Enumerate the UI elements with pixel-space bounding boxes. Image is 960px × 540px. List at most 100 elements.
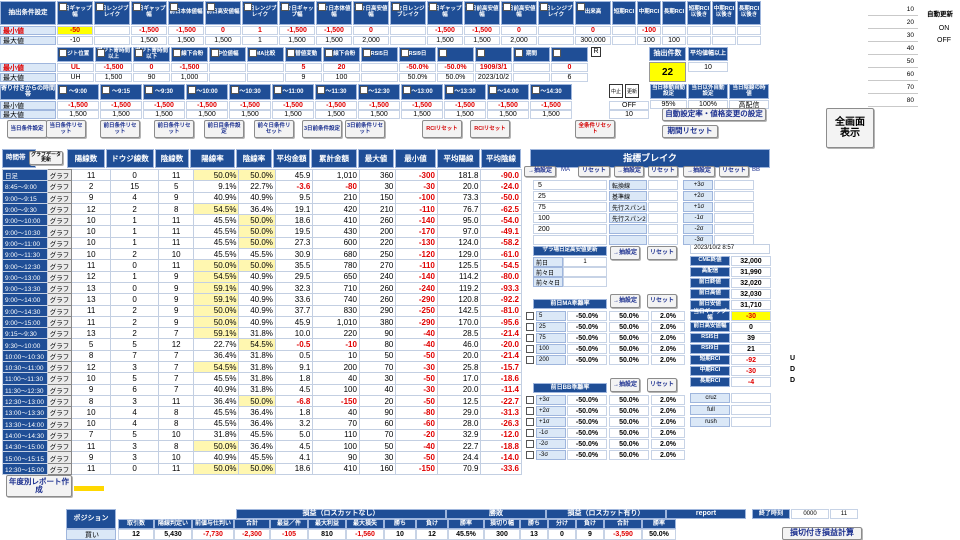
r1-check-1[interactable] — [96, 3, 104, 11]
r3-max-0[interactable]: 1,500 — [57, 110, 99, 119]
auto-setting-button[interactable]: 自動設定率・値格変更の設定 — [662, 108, 766, 121]
ma-period-2[interactable]: 75 — [533, 202, 607, 212]
r2-check-0[interactable] — [59, 49, 67, 57]
r2-min-7[interactable]: 20 — [323, 63, 360, 72]
r2-check-13[interactable] — [553, 49, 561, 57]
ma_pct_rows-check-0[interactable] — [526, 312, 534, 320]
graph-button[interactable]: グラフ — [46, 180, 73, 193]
r1-max-18[interactable]: 100 — [662, 36, 686, 45]
r2-check-10[interactable] — [439, 49, 447, 57]
ichimoku-val-2[interactable] — [648, 202, 678, 212]
ma-pct-reset-button[interactable]: リセット — [647, 294, 677, 308]
r1-check-14[interactable] — [577, 3, 585, 11]
r3-min-5[interactable]: -1,500 — [272, 101, 314, 110]
ma-period-5[interactable] — [533, 235, 607, 245]
bb_pct_rows-max-1[interactable]: 50.0% — [609, 406, 649, 416]
graph-button[interactable]: グラフ — [46, 406, 73, 419]
r1-min-6[interactable]: 1 — [242, 26, 278, 35]
graph-button[interactable]: グラフ — [46, 259, 73, 272]
graph-button[interactable]: グラフ — [46, 191, 73, 204]
r1-min-11[interactable]: -1,500 — [427, 26, 463, 35]
zara-val-0[interactable]: 1 — [563, 257, 607, 267]
bb_pct_rows-max-0[interactable]: 50.0% — [609, 395, 649, 405]
condition-button-3[interactable]: 前日条件リセット — [154, 120, 194, 138]
stop-badge[interactable]: 中止 — [609, 84, 623, 98]
r1-max-17[interactable]: 100 — [637, 36, 661, 45]
bb_pct_rows-check-3[interactable] — [526, 429, 534, 437]
r1-min-10[interactable] — [390, 26, 426, 35]
r2-check-8[interactable] — [363, 49, 371, 57]
zara-set-button[interactable]: →抽設定 — [610, 246, 640, 260]
condition-button-8[interactable]: RCIリセット — [422, 120, 462, 138]
r3-max-10[interactable]: 1,500 — [487, 110, 529, 119]
r1-min-18[interactable] — [662, 26, 686, 35]
r1-max-19[interactable] — [687, 36, 711, 45]
r1-check-10[interactable] — [429, 3, 437, 11]
r3-check-0[interactable] — [59, 86, 67, 94]
r2-min-11[interactable]: 1909/3/1 — [475, 63, 512, 72]
r2-check-6[interactable] — [287, 49, 295, 57]
r1-check-9[interactable] — [392, 3, 400, 11]
r1-max-13[interactable]: 2,000 — [501, 36, 537, 45]
ma-period-4[interactable]: 200 — [533, 224, 607, 234]
r1-check-4[interactable] — [207, 3, 215, 11]
graph-button[interactable]: グラフ — [46, 372, 73, 385]
ma_pct_rows-step-3[interactable]: 2.0% — [651, 344, 685, 354]
r2-check-3[interactable] — [173, 49, 181, 57]
r1-min-4[interactable]: -1,500 — [168, 26, 204, 35]
ma-pct-set-button[interactable]: →抽設定 — [610, 294, 640, 308]
r2-min-13[interactable]: 0 — [551, 63, 588, 72]
r3-check-11[interactable] — [532, 86, 540, 94]
r2-max-5[interactable] — [247, 73, 284, 82]
ma_pct_rows-check-4[interactable] — [526, 356, 534, 364]
r1-max-10[interactable] — [390, 36, 426, 45]
r1-min-3[interactable]: -1,500 — [131, 26, 167, 35]
r2-min-9[interactable]: -50.0% — [399, 63, 436, 72]
r1-check-0[interactable] — [59, 3, 67, 11]
r1-min-7[interactable]: -1,500 — [279, 26, 315, 35]
r1-max-9[interactable]: 2,000 — [353, 36, 389, 45]
r2-check-12[interactable] — [515, 49, 523, 57]
r2-min-0[interactable]: UL — [57, 63, 94, 72]
zara-reset-button[interactable]: リセット — [647, 246, 677, 260]
ma_pct_rows-max-1[interactable]: 50.0% — [609, 322, 649, 332]
r2-check-2[interactable] — [135, 49, 143, 57]
graph-button[interactable]: グラフ — [46, 304, 73, 317]
bb_pct_rows-check-5[interactable] — [526, 451, 534, 459]
bb_pct_rows-step-3[interactable]: 2.0% — [651, 428, 685, 438]
r2-max-13[interactable]: 6 — [551, 73, 588, 82]
r2-min-5[interactable] — [247, 63, 284, 72]
auto-on[interactable]: ON — [928, 25, 960, 35]
bb_pct_rows-step-0[interactable]: 2.0% — [651, 395, 685, 405]
bb_pct_rows-min-1[interactable]: -50.0% — [567, 406, 607, 416]
ma_pct_rows-step-0[interactable]: 2.0% — [651, 311, 685, 321]
r3-check-2[interactable] — [145, 86, 153, 94]
side-value-0[interactable] — [731, 393, 771, 403]
r3-check-7[interactable] — [360, 86, 368, 94]
r3-max-2[interactable]: 1,500 — [143, 110, 185, 119]
ma_pct_rows-step-2[interactable]: 2.0% — [651, 333, 685, 343]
bb_pct_rows-step-1[interactable]: 2.0% — [651, 406, 685, 416]
graph-button[interactable]: グラフ — [46, 270, 73, 283]
ma_pct_rows-min-0[interactable]: -50.0% — [567, 311, 607, 321]
condition-button-1[interactable]: 当日条件リセット — [46, 120, 86, 138]
r2-max-11[interactable]: 2023/10/2 — [475, 73, 512, 82]
r3-max-1[interactable]: 1,500 — [100, 110, 142, 119]
period-reset-button[interactable]: 期間リセット — [662, 125, 718, 138]
graph-button[interactable]: グラフ — [46, 361, 73, 374]
bb_pct_rows-max-3[interactable]: 50.0% — [609, 428, 649, 438]
r1-min-8[interactable]: -1,500 — [316, 26, 352, 35]
graph-button[interactable]: グラフ — [46, 417, 73, 430]
r1-max-8[interactable]: 1,500 — [316, 36, 352, 45]
r2-min-8[interactable] — [361, 63, 398, 72]
bb_pct_rows-check-4[interactable] — [526, 440, 534, 448]
bb-sigma-val-3[interactable] — [714, 213, 754, 223]
r1-max-1[interactable]: -10 — [57, 36, 93, 45]
r1-check-2[interactable] — [133, 3, 141, 11]
r3-max-9[interactable]: 1,500 — [444, 110, 486, 119]
condition-button-4[interactable]: 前日目条件設定 — [204, 120, 244, 138]
bb-sigma-val-0[interactable] — [714, 180, 754, 190]
ichimoku-val-1[interactable] — [648, 191, 678, 201]
r1-max-12[interactable]: 1,500 — [464, 36, 500, 45]
r1-min-15[interactable]: 0 — [575, 26, 611, 35]
